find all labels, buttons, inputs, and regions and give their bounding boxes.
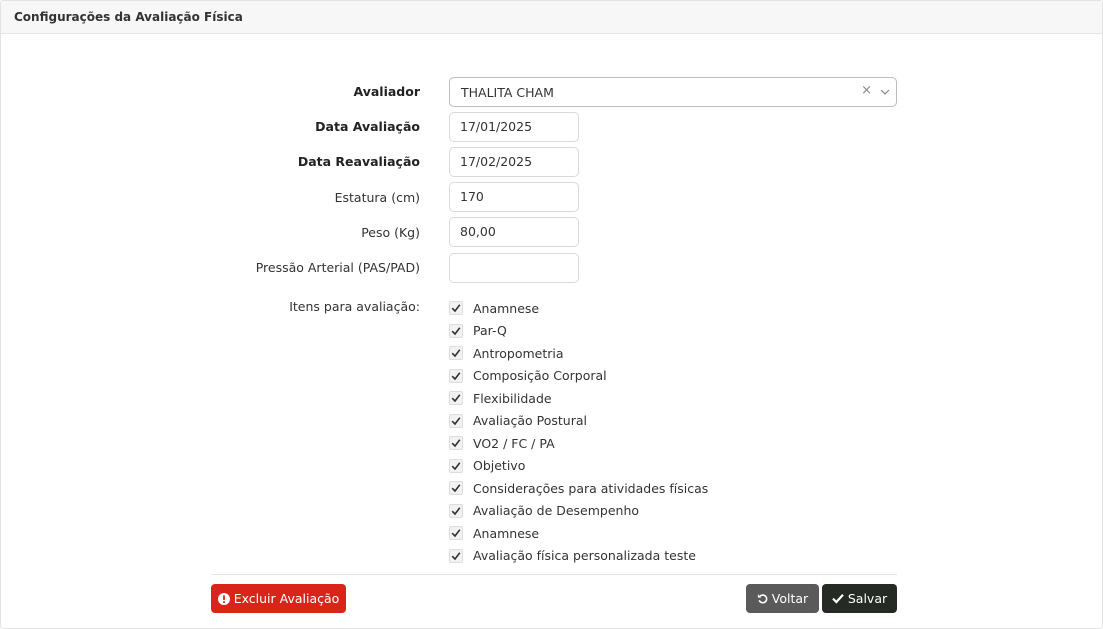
check-icon (451, 327, 461, 335)
checklist-item[interactable]: VO2 / FC / PA (449, 432, 708, 455)
check-icon (451, 394, 461, 403)
avaliador-label: Avaliador (353, 84, 420, 99)
checkbox[interactable] (449, 436, 463, 451)
checklist-item[interactable]: Anamnese (449, 297, 708, 320)
estatura-input[interactable]: 170 (449, 182, 579, 212)
checklist-item[interactable]: Avaliação Postural (449, 410, 708, 433)
divider (211, 574, 897, 575)
check-icon (451, 529, 461, 538)
checklist-item[interactable]: Composição Corporal (449, 365, 708, 388)
checkbox-label: Considerações para atividades físicas (473, 480, 709, 496)
check-icon (451, 552, 461, 560)
checkbox-label: Antropometria (473, 345, 564, 361)
checkbox[interactable] (449, 391, 463, 406)
checklist-item[interactable]: Considerações para atividades físicas (449, 477, 708, 500)
checkbox[interactable] (449, 548, 463, 563)
settings-panel: Configurações da Avaliação Física Avalia… (0, 0, 1103, 629)
itens-checklist: Anamnese Par-Q Antropometria Composição … (449, 297, 708, 567)
checkbox-label: Objetivo (473, 458, 526, 474)
checkbox-label: Avaliação física personalizada teste (473, 548, 696, 564)
checkbox-label: VO2 / FC / PA (473, 435, 555, 451)
checkbox-label: Avaliação Postural (473, 413, 587, 429)
checkbox-label: Flexibilidade (473, 390, 552, 406)
check-icon (451, 484, 461, 493)
checkbox-label: Anamnese (473, 300, 540, 316)
itens-label: Itens para avaliação: (289, 299, 420, 314)
checklist-item[interactable]: Avaliação de Desempenho (449, 500, 708, 523)
checkbox[interactable] (449, 301, 463, 316)
check-icon (451, 439, 461, 448)
save-label: Salvar (847, 591, 888, 606)
delete-evaluation-button[interactable]: Excluir Avaliação (211, 584, 346, 613)
check-icon (451, 349, 461, 358)
panel-title: Configurações da Avaliação Física (1, 1, 1102, 34)
checkbox[interactable] (449, 503, 463, 518)
checkbox[interactable] (449, 346, 463, 361)
estatura-label: Estatura (cm) (334, 190, 420, 205)
peso-label: Peso (Kg) (361, 225, 420, 240)
checkbox[interactable] (449, 458, 463, 473)
data-reavaliacao-input[interactable]: 17/02/2025 (449, 147, 579, 177)
check-icon (451, 372, 461, 380)
checklist-item[interactable]: Antropometria (449, 342, 708, 365)
checkbox[interactable] (449, 323, 463, 338)
check-icon (451, 417, 461, 425)
checkbox[interactable] (449, 526, 463, 541)
checklist-item[interactable]: Objetivo (449, 455, 708, 478)
check-icon (451, 304, 461, 313)
data-reavaliacao-label: Data Reavaliação (297, 154, 420, 169)
checklist-item[interactable]: Avaliação física personalizada teste (449, 545, 708, 568)
pressao-input[interactable] (449, 253, 579, 283)
check-icon (832, 593, 844, 604)
avaliador-select[interactable]: THALITA CHAM × (449, 77, 897, 107)
pressao-label: Pressão Arterial (PAS/PAD) (255, 260, 420, 275)
checkbox[interactable] (449, 413, 463, 428)
checkbox-label: Anamnese (473, 525, 540, 541)
chevron-down-icon[interactable] (880, 87, 890, 97)
peso-input[interactable]: 80,00 (449, 217, 579, 247)
checkbox[interactable] (449, 368, 463, 383)
exclamation-circle-icon (217, 592, 230, 605)
checklist-item[interactable]: Anamnese (449, 522, 708, 545)
checklist-item[interactable]: Flexibilidade (449, 387, 708, 410)
data-avaliacao-label: Data Avaliação (315, 119, 420, 134)
checkbox[interactable] (449, 481, 463, 496)
checkbox-label: Composição Corporal (473, 368, 607, 384)
clear-icon[interactable]: × (861, 83, 872, 98)
delete-evaluation-label: Excluir Avaliação (233, 591, 340, 606)
undo-icon (757, 593, 768, 604)
checkbox-label: Par-Q (473, 323, 507, 339)
avaliador-value: THALITA CHAM (461, 85, 554, 100)
check-icon (451, 507, 461, 515)
checklist-item[interactable]: Par-Q (449, 320, 708, 343)
check-icon (451, 462, 461, 470)
save-button[interactable]: Salvar (822, 584, 897, 613)
checkbox-label: Avaliação de Desempenho (473, 503, 640, 519)
data-avaliacao-input[interactable]: 17/01/2025 (449, 112, 579, 142)
back-button[interactable]: Voltar (746, 584, 819, 613)
back-label: Voltar (771, 591, 809, 606)
